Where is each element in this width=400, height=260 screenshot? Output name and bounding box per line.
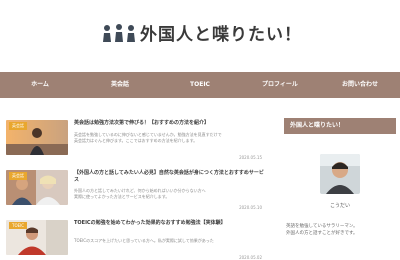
nav-item-english-conversation[interactable]: 英会話 xyxy=(80,72,160,98)
profile-bio-line: 外国人の方と話すことが好きです。 xyxy=(286,231,358,236)
sidebar: 外国人と喋りたい！ こうだい 英語を勉強しているサラリーマン。 外国人の方と話す… xyxy=(284,118,396,237)
nav-item-home[interactable]: ホーム xyxy=(0,72,80,98)
global-nav: ホーム 英会話 TOEIC プロフィール お問い合わせ xyxy=(0,72,400,98)
post-date: 2020.05.10 xyxy=(239,205,262,210)
category-badge: TOEIC xyxy=(9,222,28,229)
profile-bio-line: 英語を勉強しているサラリーマン。 xyxy=(286,224,358,229)
category-badge: 英会話 xyxy=(9,122,27,130)
post-thumbnail[interactable]: TOEIC xyxy=(6,220,68,255)
profile-bio: 英語を勉強しているサラリーマン。 外国人の方と話すことが好きです。 xyxy=(284,223,396,237)
post-card: 英会話 【外国人の方と話してみたい人必見】自然な英会話が身につく方法とおすすめサ… xyxy=(6,162,268,210)
post-title[interactable]: 【外国人の方と話してみたい人必見】自然な英会話が身につく方法とおすすめサービス xyxy=(74,170,266,184)
post-thumbnail[interactable]: 英会話 xyxy=(6,170,68,205)
nav-item-toeic[interactable]: TOEIC xyxy=(160,72,240,98)
post-title[interactable]: 英会話は勉強方法次第で伸びる！【おすすめの方法を紹介】 xyxy=(74,120,266,127)
nav-item-profile[interactable]: プロフィール xyxy=(240,72,320,98)
post-list: 英会話 英会話は勉強方法次第で伸びる！【おすすめの方法を紹介】 英会話を勉強して… xyxy=(6,112,268,260)
category-badge: 英会話 xyxy=(9,172,27,180)
widget-title: 外国人と喋りたい！ xyxy=(284,118,396,134)
profile-name: こうだい xyxy=(329,203,350,209)
post-excerpt-line2: 英会話力はぐんと伸びます。ここではおすすめの方法を紹介します。 xyxy=(74,138,198,143)
post-excerpt: TOEICのスコアを上げたいと思っている方へ。私が実際に試して効果があった xyxy=(74,238,214,243)
post-date: 2020.05.02 xyxy=(239,255,262,260)
post-card: TOEIC TOEICの勉強を始めてわかった効果的なおすすめ勉強法【実体験】 T… xyxy=(6,212,268,260)
site-header: 外国人と喋りたい！ xyxy=(0,0,400,72)
avatar xyxy=(320,154,360,194)
post-excerpt-line2: 実際に使ってよかった方法とサービスを紹介します。 xyxy=(74,194,170,199)
nav-item-contact[interactable]: お問い合わせ xyxy=(320,72,400,98)
site-title: 外国人と喋りたい！ xyxy=(140,25,302,45)
avatar-photo xyxy=(320,154,360,194)
post-date: 2020.05.15 xyxy=(239,155,262,160)
post-thumbnail[interactable]: 英会話 xyxy=(6,120,68,155)
people-group-icon xyxy=(103,23,135,42)
post-card: 英会話 英会話は勉強方法次第で伸びる！【おすすめの方法を紹介】 英会話を勉強して… xyxy=(6,112,268,160)
post-title[interactable]: TOEICの勉強を始めてわかった効果的なおすすめ勉強法【実体験】 xyxy=(74,220,266,227)
site-logo[interactable]: 外国人と喋りたい！ xyxy=(102,20,302,45)
